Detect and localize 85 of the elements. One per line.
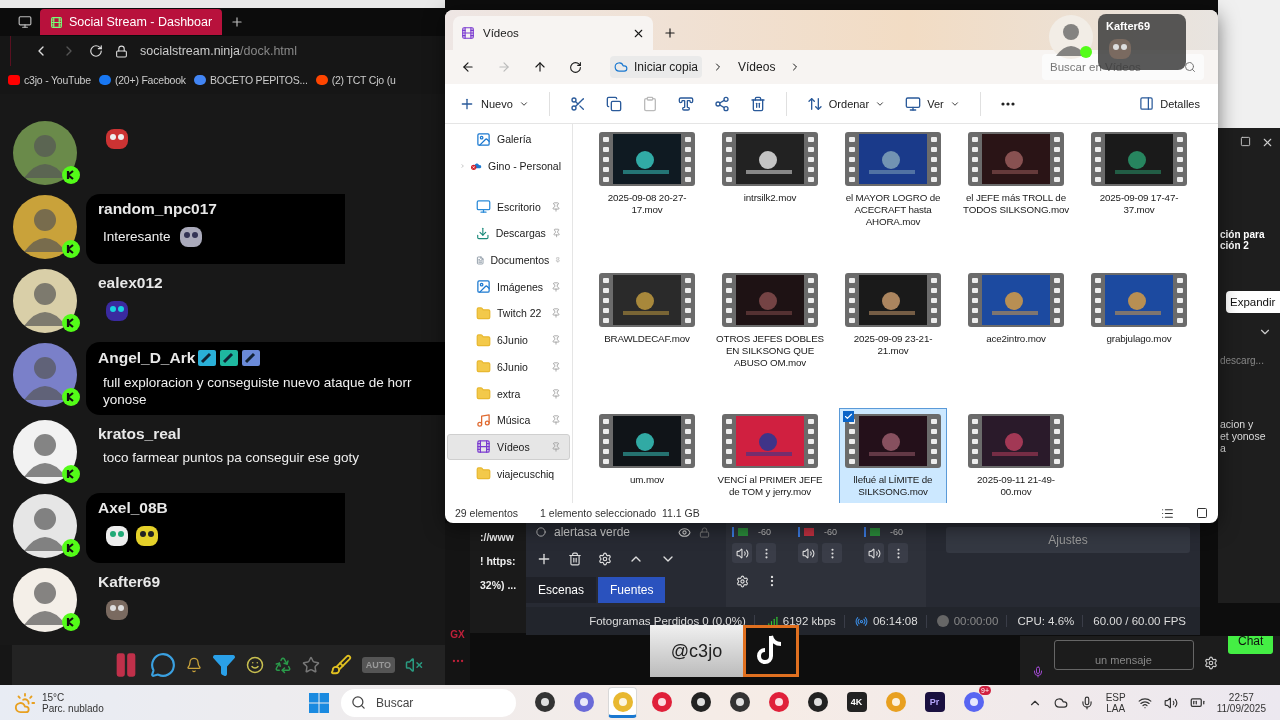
chat-button[interactable]: Chat	[1228, 636, 1274, 654]
message-line: a	[1219, 442, 1227, 454]
text-fragment: ://www	[480, 531, 515, 543]
message-line: et yonose	[1219, 430, 1267, 442]
new-button[interactable]: Nuevo	[459, 95, 529, 112]
sidebar-item[interactable]: Música	[447, 406, 570, 434]
file-item[interactable]: VENCÍ al PRIMER JEFE de TOM y jerry.mov	[716, 408, 824, 503]
file-item[interactable]: um.mov	[593, 408, 701, 503]
panel-text: ción para	[1219, 229, 1266, 240]
breadcrumb-item[interactable]: Iniciar copia	[610, 56, 703, 78]
record-time: 00:00:00	[953, 615, 999, 627]
bookmark[interactable]: BOCETO PEPITOS...	[193, 74, 308, 86]
sidebar-item[interactable]: 6Junio	[447, 326, 570, 354]
stream-time: 06:14:08	[872, 615, 918, 627]
language-indicator[interactable]: ESP LAA	[1105, 691, 1126, 714]
message-line: acion y	[1219, 418, 1255, 430]
sidebar-item[interactable]: Twitch 22	[447, 300, 570, 327]
sidebar-item[interactable]: viajecuschiq	[447, 460, 570, 487]
sort-button[interactable]: Ordenar	[806, 95, 886, 112]
message-text: toco farmear puntos pa conseguir ese goty	[103, 449, 359, 467]
download-text: descarg...	[1219, 355, 1265, 366]
file-item[interactable]: BRAWLDECAF.mov	[593, 267, 701, 408]
clock[interactable]: 22:57 11/09/2025	[1216, 691, 1266, 714]
file-item[interactable]: llefué al LÍMITE de SILKSONG.mov	[839, 408, 947, 503]
sidebar-item[interactable]: 6Junio	[447, 353, 570, 381]
breadcrumb-item[interactable]: Vídeos	[734, 56, 780, 78]
dock-tab[interactable]: Fuentes	[598, 577, 666, 603]
file-item[interactable]: grabjulago.mov	[1085, 267, 1193, 408]
panel-text: ción 2	[1219, 240, 1249, 251]
meter-reading: -60	[890, 527, 904, 537]
dock-tab[interactable]: Escenas	[526, 577, 597, 603]
username: random_npc017	[98, 199, 217, 218]
text-fragment: ! https:	[480, 555, 517, 567]
taskbar-app-button[interactable]: 4K	[842, 687, 871, 718]
bookmark[interactable]: c3jo - YouTube	[8, 74, 91, 86]
file-item[interactable]: el JEFE más TROLL de TODOS SILKSONG.mov	[962, 126, 1070, 267]
file-item[interactable]: 2025-09-11 21-49-00.mov	[962, 408, 1070, 503]
meter-reading: -60	[824, 527, 838, 537]
file-item[interactable]: OTROS JEFES DOBLES EN SILKSONG QUE ABUSO OM.mov	[716, 267, 824, 408]
sidebar-item[interactable]: Imágenes	[447, 273, 570, 301]
cpu-usage: CPU: 4.6%	[1017, 615, 1075, 627]
temperature: 15°C	[42, 691, 66, 703]
settings-button[interactable]: Ajustes	[946, 527, 1191, 553]
sidebar-item[interactable]: Vídeos	[447, 433, 570, 461]
item-count: 29 elementos	[455, 507, 519, 519]
sidebar-item[interactable]: Escritorio	[447, 193, 570, 221]
file-item[interactable]: 2025-09-09 17-47-37.mov	[1085, 126, 1193, 267]
username: ealex012	[98, 273, 163, 292]
bookmark[interactable]: (20+) Facebook	[98, 74, 186, 86]
sidebar-item[interactable]: extra	[447, 380, 570, 407]
dropped-frames: Fotogramas Perdidos 0 (0.0%)	[589, 615, 746, 627]
sidebar-item[interactable]: Documentos	[447, 246, 570, 274]
browser-tab[interactable]: Social Stream - Dashboar	[40, 9, 223, 35]
bitrate: 6192 kbps	[782, 615, 836, 627]
username: Axel_08B	[98, 499, 168, 517]
details-button[interactable]: Detalles	[1139, 96, 1200, 111]
view-button[interactable]: Ver	[905, 95, 960, 112]
sidebar-item[interactable]: Gino - Personal	[447, 152, 570, 180]
message-text: Interesante	[103, 228, 171, 246]
username: Kafter69	[1106, 20, 1152, 32]
address-field[interactable]: socialstream.ninja/dock.html	[140, 44, 297, 58]
username: Kafter69	[98, 573, 161, 591]
file-item[interactable]: intrsilk2.mov	[716, 126, 824, 267]
meter-reading: -60	[758, 527, 772, 537]
taskbar-search[interactable]: Buscar	[341, 688, 516, 717]
selection-info: 1 elemento seleccionado 11.1 GB	[540, 507, 700, 519]
weather-text: Parc. nublado	[42, 702, 104, 714]
frame-rate: 60.00 / 60.00 FPS	[1093, 615, 1186, 627]
username: Angel_D_Ark	[98, 348, 196, 367]
bookmark[interactable]: (2) TCT Cjo (u	[315, 74, 396, 86]
username: kratos_real	[98, 425, 181, 443]
file-item[interactable]: ace2intro.mov	[962, 267, 1070, 408]
explorer-tab[interactable]: Vídeos	[453, 16, 653, 50]
sidebar-item[interactable]: Descargas	[447, 220, 570, 247]
file-item[interactable]: el MAYOR LOGRO de ACECRAFT hasta AHORA.mov	[839, 126, 947, 267]
sidebar-item[interactable]: Galería	[447, 126, 570, 153]
text-fragment: 32%) ...	[480, 579, 518, 591]
message-field[interactable]: un mensaje	[1054, 640, 1194, 670]
message-text: full exploracion y conseguiste nuevo ataque de horr yonose	[103, 373, 412, 409]
file-item[interactable]: 2025-09-09 23-21-21.mov	[839, 267, 947, 408]
taskbar-app-button[interactable]: Pr	[920, 687, 949, 718]
source-name[interactable]: alertasa verde	[554, 525, 631, 539]
file-item[interactable]: 2025-09-08 20-27-17.mov	[593, 126, 701, 267]
handle-label: @c3jo	[650, 625, 743, 677]
expand-button[interactable]: Expandir	[1226, 291, 1280, 313]
